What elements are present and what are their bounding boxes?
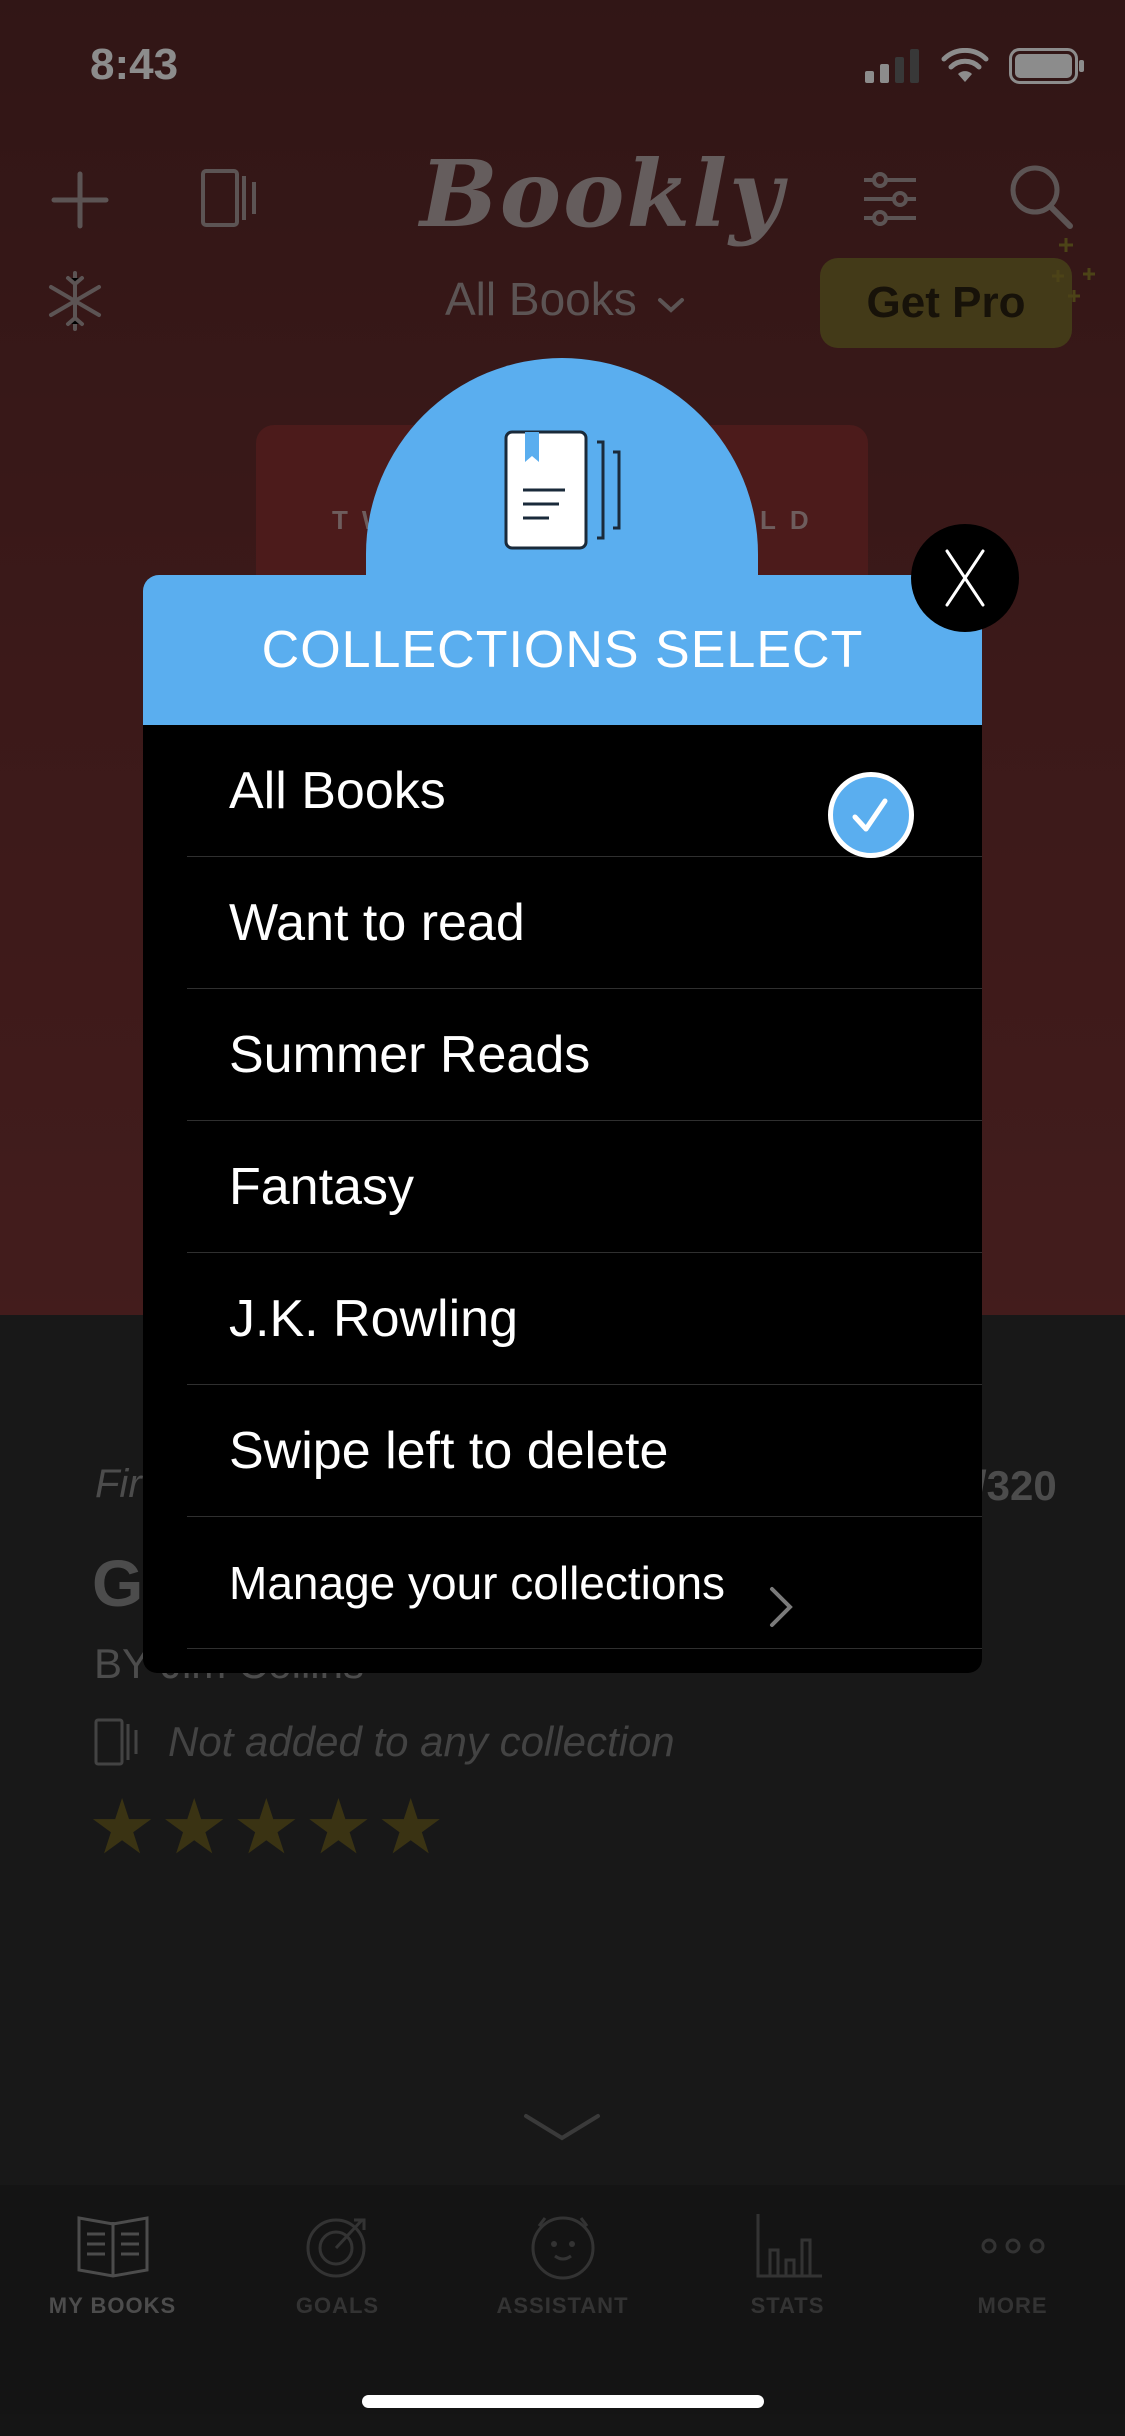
- collection-item-want-to-read[interactable]: Want to read: [187, 857, 982, 989]
- collection-item-swipe-hint[interactable]: Swipe left to delete: [187, 1385, 982, 1517]
- selected-check-icon: [828, 772, 914, 858]
- modal-header: COLLECTIONS SELECT: [143, 575, 982, 725]
- collections-book-icon: [504, 430, 621, 550]
- manage-collections-button[interactable]: Manage your collections: [187, 1517, 982, 1649]
- collection-item-summer-reads[interactable]: Summer Reads: [187, 989, 982, 1121]
- collection-item-label: Summer Reads: [229, 1026, 591, 1084]
- collection-item-label: Swipe left to delete: [229, 1422, 669, 1480]
- close-icon: [945, 549, 985, 607]
- collection-item-label: All Books: [229, 762, 446, 820]
- modal-title: COLLECTIONS SELECT: [261, 621, 864, 679]
- close-button[interactable]: [911, 524, 1019, 632]
- collection-item-label: Want to read: [229, 894, 525, 952]
- manage-collections-label: Manage your collections: [229, 1557, 726, 1609]
- chevron-right-icon: [770, 1587, 793, 1627]
- collection-item-label: J.K. Rowling: [229, 1290, 518, 1348]
- home-indicator: [362, 2395, 764, 2408]
- collection-item-jk-rowling[interactable]: J.K. Rowling: [187, 1253, 982, 1385]
- collection-item-fantasy[interactable]: Fantasy: [187, 1121, 982, 1253]
- collections-list: All Books Want to read Summer Reads Fant…: [143, 725, 982, 1673]
- collection-item-label: Fantasy: [229, 1158, 414, 1216]
